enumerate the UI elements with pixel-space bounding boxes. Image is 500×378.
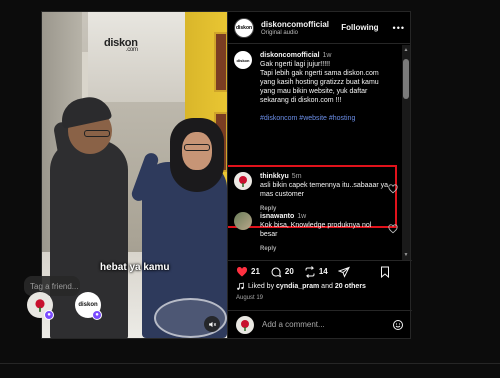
add-comment-input[interactable]: Add a comment... xyxy=(262,320,392,329)
emoji-icon[interactable] xyxy=(392,319,404,331)
more-options-icon[interactable]: ••• xyxy=(393,23,405,33)
post-header: diskon diskoncomofficial Original audio … xyxy=(228,12,411,44)
liked-by-others[interactable]: 20 others xyxy=(335,283,366,290)
comment-count: 20 xyxy=(284,267,294,276)
liked-by-and: and xyxy=(321,283,333,290)
comment-username[interactable]: thinkkyu xyxy=(260,173,289,180)
video-person-man-glasses xyxy=(84,130,110,137)
comments-scrollbar[interactable]: ▲ ▼ xyxy=(402,45,410,260)
scroll-thumb[interactable] xyxy=(403,59,409,99)
scroll-up-icon[interactable]: ▲ xyxy=(403,47,409,53)
comment-username[interactable]: isnawanto xyxy=(260,213,294,220)
video-scene-window xyxy=(214,32,227,92)
video-watermark: diskon .com xyxy=(104,37,138,53)
comment-button[interactable]: 20 xyxy=(270,266,294,278)
mute-icon xyxy=(208,321,216,327)
rose-icon xyxy=(241,319,249,331)
audio-icon xyxy=(237,282,244,290)
comment-text: asli bikin capek temennya itu..sabaaar y… xyxy=(260,182,389,198)
liked-by-user[interactable]: cyndia_pram xyxy=(276,283,319,290)
comment-username[interactable]: diskoncomofficial xyxy=(260,52,320,59)
tag-badge-icon: ● xyxy=(92,310,102,320)
page-divider xyxy=(0,363,500,364)
action-bar: 21 20 14 xyxy=(228,260,412,282)
list-item: isnawanto 1w Kok bisa, Knowledge produkny… xyxy=(234,212,400,260)
add-comment-bar: Add a comment... xyxy=(228,310,412,338)
heart-icon xyxy=(236,266,248,276)
liked-by-line[interactable]: Liked by cyndia_pram and 20 others xyxy=(236,282,366,291)
caption-comment: diskon diskoncomofficial 1w Gak ngerti la… xyxy=(234,51,400,141)
post-details-panel: diskon diskoncomofficial Original audio … xyxy=(227,12,412,338)
video-person-woman-face xyxy=(182,132,212,170)
like-comment-heart-icon[interactable] xyxy=(388,224,398,234)
avatar[interactable]: diskon xyxy=(234,17,254,38)
repost-icon xyxy=(305,265,315,278)
hashtag-links[interactable]: #diskoncom #website #hosting xyxy=(260,114,390,123)
post-username[interactable]: diskoncomofficial xyxy=(261,20,341,29)
comment-text: Kok bisa, Knowledge produknya nol besar xyxy=(260,222,372,238)
audio-link[interactable]: Original audio xyxy=(261,30,341,36)
avatar[interactable] xyxy=(234,172,252,190)
post-date: August 19 xyxy=(236,295,264,301)
comment-icon xyxy=(271,267,282,277)
bookmark-icon xyxy=(381,266,389,278)
comment-text: Gak ngerti lagi jujur!!!!! xyxy=(260,61,331,68)
liked-by-prefix: Liked by xyxy=(248,283,275,290)
avatar xyxy=(236,315,254,334)
diskon-logo-icon: diskon xyxy=(235,24,253,31)
rose-icon xyxy=(239,176,247,187)
comment-time: 1w xyxy=(322,52,332,59)
reply-button[interactable]: Reply xyxy=(260,245,390,254)
avatar[interactable]: diskon xyxy=(234,51,252,69)
repost-count: 14 xyxy=(318,267,328,276)
like-count: 21 xyxy=(251,267,260,276)
share-button[interactable] xyxy=(337,266,353,278)
video-person-woman-glasses xyxy=(184,144,210,151)
diskon-logo-icon: diskon xyxy=(78,302,98,308)
comment-text: Tapi lebih gak ngerti sama diskon.com ya… xyxy=(260,70,379,104)
repost-button[interactable]: 14 xyxy=(304,265,328,278)
comments-list[interactable]: diskon diskoncomofficial 1w Gak ngerti la… xyxy=(228,45,412,260)
like-comment-heart-icon[interactable] xyxy=(388,184,398,194)
comment-time: 1w xyxy=(297,213,307,220)
avatar[interactable] xyxy=(234,212,252,230)
post-modal: diskon .com hebat ya kamu diskon diskonco… xyxy=(41,11,412,339)
diskon-logo-icon: diskon xyxy=(236,57,250,63)
save-button[interactable] xyxy=(379,266,394,278)
scroll-down-icon[interactable]: ▼ xyxy=(403,252,409,258)
comment-time: 5m xyxy=(291,173,302,180)
like-button[interactable]: 21 xyxy=(236,266,260,278)
send-icon xyxy=(337,266,350,278)
following-button[interactable]: Following xyxy=(341,23,378,32)
mute-button[interactable] xyxy=(204,316,220,332)
video-scene-ceiling xyxy=(88,12,188,102)
video-caption-overlay: hebat ya kamu xyxy=(100,262,170,273)
tag-badge-icon: ● xyxy=(44,310,54,320)
